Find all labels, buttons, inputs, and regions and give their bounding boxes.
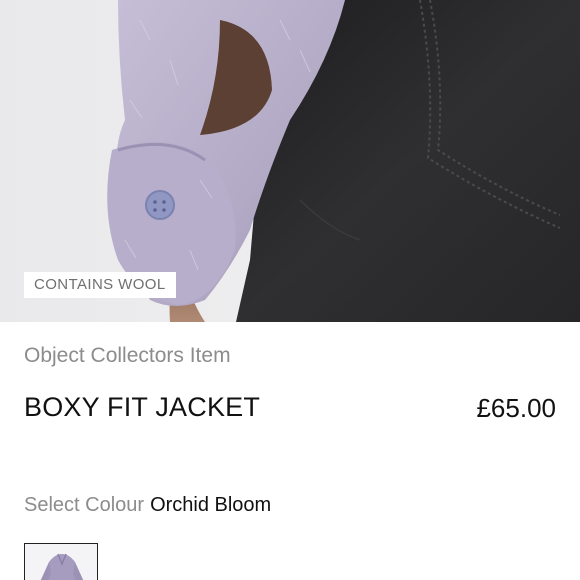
product-title: BOXY FIT JACKET xyxy=(24,392,261,422)
select-colour-label: Select Colour xyxy=(24,494,145,516)
contains-wool-badge: CONTAINS WOOL xyxy=(24,272,176,298)
product-price: £65.00 xyxy=(476,393,556,423)
jacket-thumbnail-icon xyxy=(25,544,97,580)
product-image[interactable]: CONTAINS WOOL xyxy=(0,0,580,322)
colour-swatch-orchid-bloom[interactable] xyxy=(24,543,98,580)
selected-colour-name: Orchid Bloom xyxy=(150,494,272,516)
brand-name[interactable]: Object Collectors Item xyxy=(24,344,231,368)
colour-selector-label: Select Colour Orchid Bloom xyxy=(24,494,271,517)
